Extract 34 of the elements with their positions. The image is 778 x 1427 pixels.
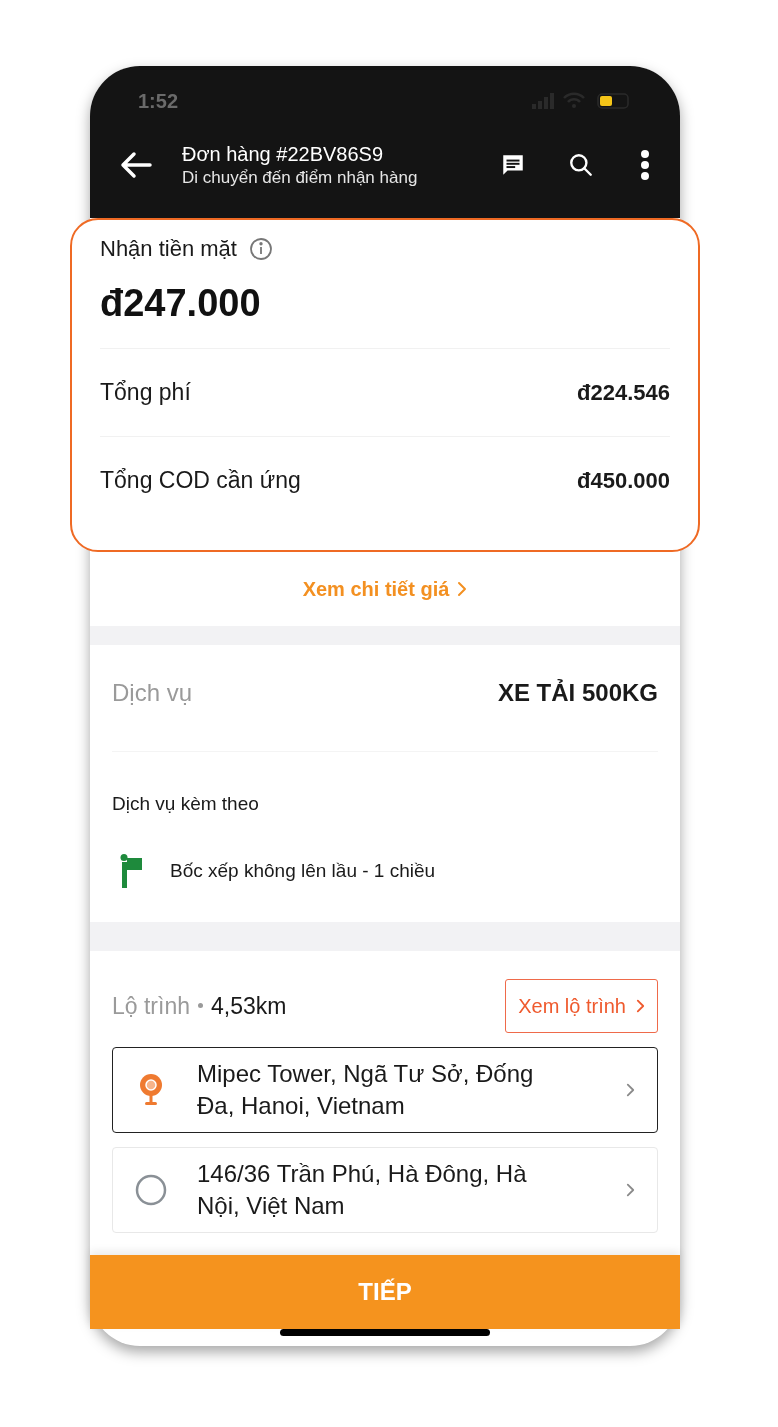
stop-address: 146/36 Trần Phú, Hà Đông, Hà Nội, Việt Nam [197, 1158, 528, 1221]
order-title: Đơn hàng #22BV86S9 [182, 142, 385, 167]
fee-value: đ224.546 [577, 379, 670, 407]
route-label: Lộ trình [112, 991, 190, 1021]
view-route-button[interactable]: Xem lộ trình [505, 978, 658, 1033]
service-value: XE TẢI 500KG [497, 678, 658, 708]
fee-label: Tổng phí [100, 378, 191, 408]
porter-flag-icon [120, 854, 142, 889]
extra-service-label: Bốc xếp không lên lầu - 1 chiều [170, 859, 436, 884]
stop-item[interactable]: 146/36 Trần Phú, Hà Đông, Hà Nội, Việt Nam [112, 1146, 658, 1233]
stop-item[interactable]: Mipec Tower, Ngã Tư Sở, Đống Đa, Hanoi, Vietnam [112, 1046, 658, 1133]
route-distance: 4,53km [211, 991, 287, 1021]
fee-value: đ450.000 [577, 467, 670, 495]
extras-title: Dịch vụ kèm theo [112, 792, 260, 816]
price-details-link[interactable]: Xem chi tiết giá [302, 574, 468, 604]
chevron-right-icon [636, 997, 645, 1014]
circle-icon [135, 1173, 167, 1206]
next-button[interactable]: TIẾP [90, 1254, 680, 1329]
chevron-right-icon [626, 1081, 635, 1098]
pin-icon [138, 1071, 164, 1108]
order-subtitle: Di chuyển đến điểm nhận hàng [182, 167, 419, 189]
status-time: 1:52 [138, 89, 179, 114]
more-icon[interactable] [640, 149, 650, 181]
fee-label: Tổng COD cần ứng [100, 466, 301, 496]
back-arrow-icon[interactable] [120, 151, 152, 179]
chevron-right-icon [626, 1181, 635, 1198]
payment-label: Nhận tiền mặt [100, 235, 237, 263]
service-label: Dịch vụ [112, 678, 193, 708]
info-icon[interactable] [248, 236, 273, 261]
search-icon[interactable] [568, 152, 594, 178]
chevron-right-icon [457, 580, 468, 598]
payment-amount: đ247.000 [100, 281, 262, 326]
stop-address: Mipec Tower, Ngã Tư Sở, Đống Đa, Hanoi, Vietnam [197, 1058, 535, 1121]
bullet-icon [198, 1003, 203, 1009]
